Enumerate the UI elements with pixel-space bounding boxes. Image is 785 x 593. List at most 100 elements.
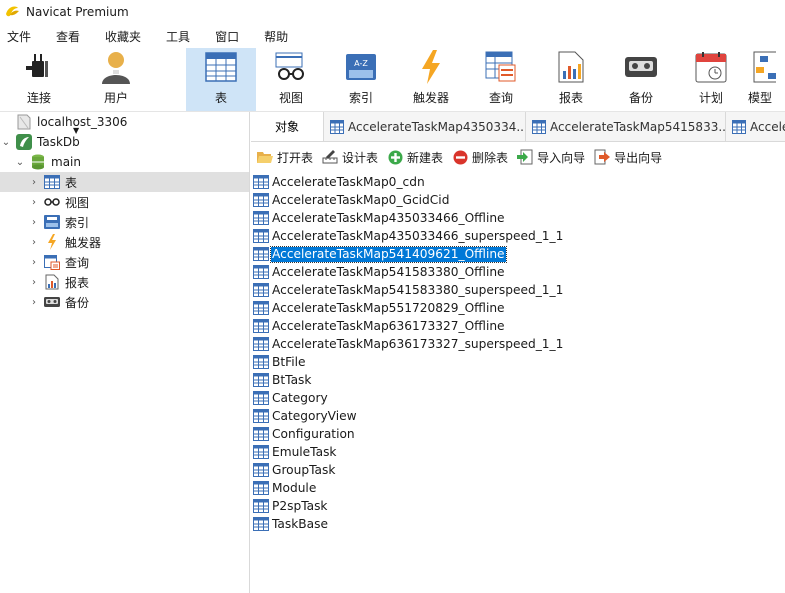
table-icon <box>253 283 269 297</box>
table-icon <box>532 119 546 134</box>
menu-file[interactable]: 文件 <box>0 28 43 45</box>
tab-table-1[interactable]: AccelerateTaskMap4350334... <box>324 112 526 141</box>
table-row[interactable]: BtFile <box>251 353 785 371</box>
menu-tools[interactable]: 工具 <box>159 28 202 45</box>
tree-schema[interactable]: ⌄ main <box>0 152 249 172</box>
menu-favorites[interactable]: 收藏夹 <box>98 28 153 45</box>
table-row[interactable]: TaskBase <box>251 515 785 533</box>
table-row[interactable]: AccelerateTaskMap541409621_Offline <box>251 245 785 263</box>
trigger-button[interactable]: 触发器 <box>396 48 466 111</box>
expand-icon[interactable]: › <box>28 297 40 308</box>
lightning-icon <box>413 49 449 85</box>
delete-table-button[interactable]: 删除表 <box>452 149 508 166</box>
import-wizard-button[interactable]: 导入向导 <box>517 149 585 166</box>
table-row[interactable]: Configuration <box>251 425 785 443</box>
menu-window[interactable]: 窗口 <box>208 28 251 45</box>
table-icon <box>253 301 269 315</box>
table-row[interactable]: AccelerateTaskMap541583380_superspeed_1_… <box>251 281 785 299</box>
tree-item-queries[interactable]: › 查询 <box>0 252 249 272</box>
query-button[interactable]: 查询 <box>466 48 536 111</box>
menu-help[interactable]: 帮助 <box>257 28 300 45</box>
connect-label: 连接 <box>26 91 51 105</box>
table-name: P2spTask <box>272 498 328 513</box>
tree-item-backups[interactable]: › 备份 <box>0 292 249 312</box>
plug-icon <box>21 49 57 85</box>
table-row[interactable]: AccelerateTaskMap551720829_Offline <box>251 299 785 317</box>
table-name: EmuleTask <box>272 444 337 459</box>
table-row[interactable]: AccelerateTaskMap541583380_Offline <box>251 263 785 281</box>
table-button[interactable]: 表 <box>186 48 256 111</box>
expand-icon[interactable]: › <box>28 177 40 188</box>
main-toolbar: 连接 ▼ 用户 表 视图 A-Z 索引 触发器 查询 报表 备份 计划 模型 <box>0 48 785 135</box>
import-icon <box>517 149 533 165</box>
schedule-label: 计划 <box>698 91 723 105</box>
action-label: 新建表 <box>407 150 444 165</box>
table-icon <box>253 409 269 423</box>
table-row[interactable]: AccelerateTaskMap636173327_superspeed_1_… <box>251 335 785 353</box>
open-table-button[interactable]: 打开表 <box>257 149 313 166</box>
tree-database[interactable]: ⌄ TaskDb <box>0 132 249 152</box>
collapse-icon[interactable]: ⌄ <box>0 137 12 148</box>
index-label: 索引 <box>348 91 373 105</box>
menu-view[interactable]: 查看 <box>49 28 92 45</box>
table-row[interactable]: CategoryView <box>251 407 785 425</box>
table-row[interactable]: EmuleTask <box>251 443 785 461</box>
glasses-icon <box>44 194 60 210</box>
tab-table-2[interactable]: AccelerateTaskMap5415833... <box>526 112 726 141</box>
table-row[interactable]: Module <box>251 479 785 497</box>
new-table-button[interactable]: 新建表 <box>387 149 443 166</box>
table-row[interactable]: AccelerateTaskMap0_GcidCid <box>251 191 785 209</box>
tree-item-tables[interactable]: › 表 <box>0 172 249 192</box>
table-name: GroupTask <box>272 462 336 477</box>
expand-icon[interactable]: › <box>28 197 40 208</box>
design-table-button[interactable]: 设计表 <box>322 149 378 166</box>
glasses-icon <box>273 49 309 85</box>
report-button[interactable]: 报表 <box>536 48 606 111</box>
backup-button[interactable]: 备份 <box>606 48 676 111</box>
object-panel: 对象 AccelerateTaskMap4350334... Accelerat… <box>251 112 785 593</box>
view-button[interactable]: 视图 <box>256 48 326 111</box>
menu-bar: 文件 查看 收藏夹 工具 窗口 帮助 <box>0 24 785 48</box>
tree-item-triggers[interactable]: › 触发器 <box>0 232 249 252</box>
table-name: AccelerateTaskMap541409621_Offline <box>270 245 507 263</box>
tree-connection[interactable]: localhost_3306 <box>0 112 249 132</box>
table-row[interactable]: BtTask <box>251 371 785 389</box>
table-row[interactable]: AccelerateTaskMap636173327_Offline <box>251 317 785 335</box>
expand-icon[interactable]: › <box>28 217 40 228</box>
action-label: 导出向导 <box>614 150 663 165</box>
table-row[interactable]: AccelerateTaskMap435033466_superspeed_1_… <box>251 227 785 245</box>
tab-label: AccelerateTaskMap4350334... <box>348 119 526 134</box>
expand-icon[interactable]: › <box>28 237 40 248</box>
folder-open-icon <box>257 149 273 165</box>
table-icon <box>253 265 269 279</box>
index-icon: A-Z <box>343 49 379 85</box>
minus-icon <box>452 149 468 165</box>
table-row[interactable]: P2spTask <box>251 497 785 515</box>
table-icon <box>203 49 239 85</box>
schedule-button[interactable]: 计划 <box>676 48 746 111</box>
table-row[interactable]: Category <box>251 389 785 407</box>
tree-item-indexes[interactable]: › 索引 <box>0 212 249 232</box>
table-row[interactable]: AccelerateTaskMap435033466_Offline <box>251 209 785 227</box>
expand-icon[interactable]: › <box>28 277 40 288</box>
tree-item-reports[interactable]: › 报表 <box>0 272 249 292</box>
user-button[interactable]: 用户 <box>78 48 154 111</box>
table-icon <box>253 481 269 495</box>
table-row[interactable]: AccelerateTaskMap0_cdn <box>251 173 785 191</box>
table-row[interactable]: GroupTask <box>251 461 785 479</box>
connect-button[interactable]: 连接 <box>0 48 78 111</box>
table-name: AccelerateTaskMap636173327_Offline <box>272 318 505 333</box>
index-button[interactable]: A-Z 索引 <box>326 48 396 111</box>
table-name: AccelerateTaskMap541583380_Offline <box>272 264 505 279</box>
table-icon <box>253 499 269 513</box>
tree-item-label: 备份 <box>65 295 90 310</box>
table-name: CategoryView <box>272 408 357 423</box>
tab-objects[interactable]: 对象 <box>251 112 324 141</box>
export-wizard-button[interactable]: 导出向导 <box>594 149 662 166</box>
tab-table-3[interactable]: Accele <box>726 112 785 141</box>
expand-icon[interactable]: › <box>28 257 40 268</box>
tree-item-views[interactable]: › 视图 <box>0 192 249 212</box>
backup-icon <box>44 294 60 310</box>
model-button[interactable]: 模型 <box>746 48 776 111</box>
collapse-icon[interactable]: ⌄ <box>14 157 26 168</box>
